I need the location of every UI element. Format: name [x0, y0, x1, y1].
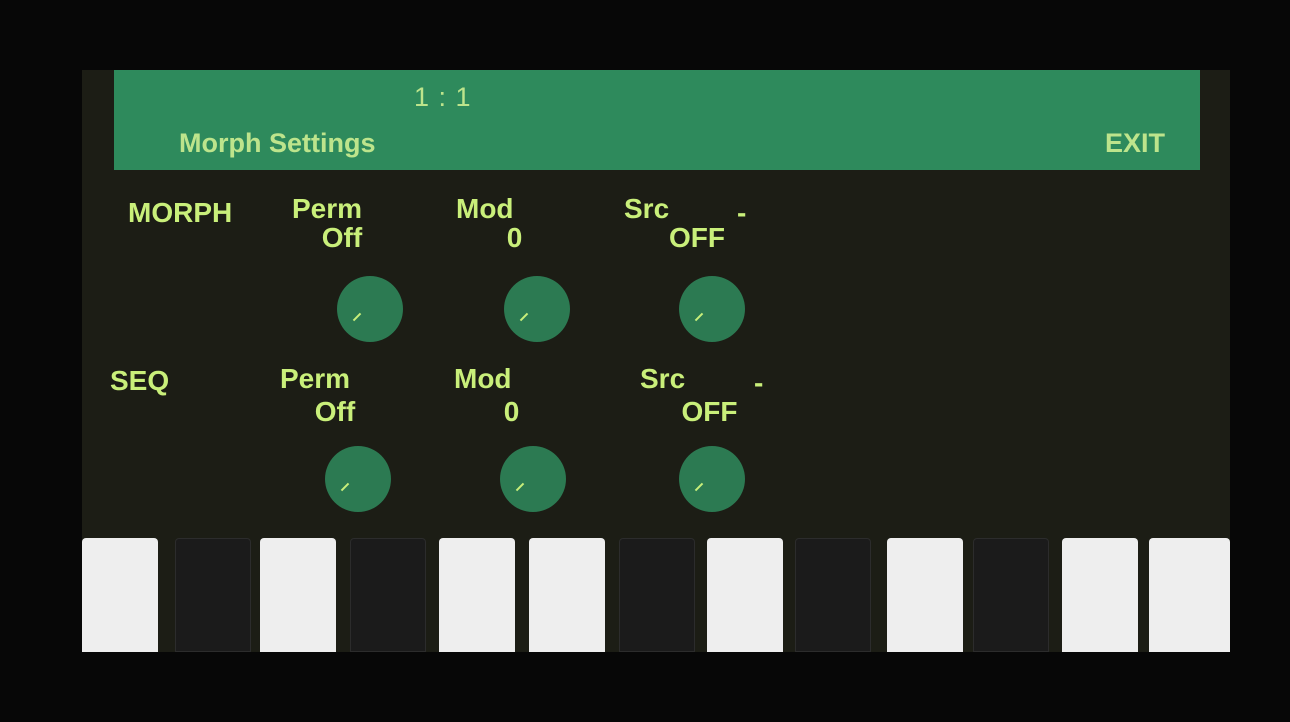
param-name-morph-mod: Mod — [456, 193, 514, 224]
param-name-morph-src: Src — [624, 193, 670, 224]
knob-pointer-icon — [694, 482, 704, 492]
keyboard-key[interactable] — [260, 538, 336, 652]
keyboard-key[interactable] — [619, 538, 695, 652]
knob-pointer-icon — [515, 482, 525, 492]
morph-src-knob[interactable] — [679, 276, 745, 342]
keyboard-key[interactable] — [1149, 538, 1230, 652]
knob-pointer-icon — [340, 482, 350, 492]
exit-button[interactable]: EXIT — [1105, 128, 1165, 159]
param-name-seq-mod: Mod — [454, 363, 512, 394]
morph-perm-knob[interactable] — [337, 276, 403, 342]
device-screen: 1 : 1 Morph Settings EXIT MORPH Perm Off… — [82, 70, 1230, 652]
keyboard-key[interactable] — [350, 538, 426, 652]
keyboard-key[interactable] — [529, 538, 605, 652]
keyboard-key[interactable] — [973, 538, 1049, 652]
knob-pointer-icon — [694, 312, 704, 322]
knob-pointer-icon — [519, 312, 529, 322]
row-label-seq: SEQ — [110, 365, 170, 396]
param-value-morph-mod: 0 — [506, 222, 523, 253]
param-name-seq-perm: Perm — [280, 363, 351, 394]
keyboard-key[interactable] — [175, 538, 251, 652]
knob-pointer-icon — [352, 312, 362, 322]
keyboard-key[interactable] — [82, 538, 158, 652]
param-value-seq-mod: 0 — [503, 396, 520, 427]
position-indicator: 1 : 1 — [414, 82, 472, 112]
seq-mod-knob[interactable] — [500, 446, 566, 512]
seq-perm-knob[interactable] — [325, 446, 391, 512]
keyboard-key[interactable] — [795, 538, 871, 652]
param-value-seq-perm: Off — [314, 396, 356, 427]
header-bar: 1 : 1 Morph Settings EXIT — [114, 70, 1200, 170]
keyboard-key[interactable] — [1062, 538, 1138, 652]
row-label-morph: MORPH — [128, 197, 233, 228]
keyboard-key[interactable] — [887, 538, 963, 652]
param-value-morph-perm: Off — [321, 222, 363, 253]
keyboard-key[interactable] — [707, 538, 783, 652]
param-suffix-seq-src: - — [754, 367, 764, 398]
seq-src-knob[interactable] — [679, 446, 745, 512]
param-value-morph-src: OFF — [669, 222, 725, 253]
page-title: Morph Settings — [179, 128, 376, 158]
morph-mod-knob[interactable] — [504, 276, 570, 342]
param-name-seq-src: Src — [640, 363, 686, 394]
keyboard-key[interactable] — [439, 538, 515, 652]
param-value-seq-src: OFF — [681, 396, 738, 427]
param-name-morph-perm: Perm — [292, 193, 363, 224]
